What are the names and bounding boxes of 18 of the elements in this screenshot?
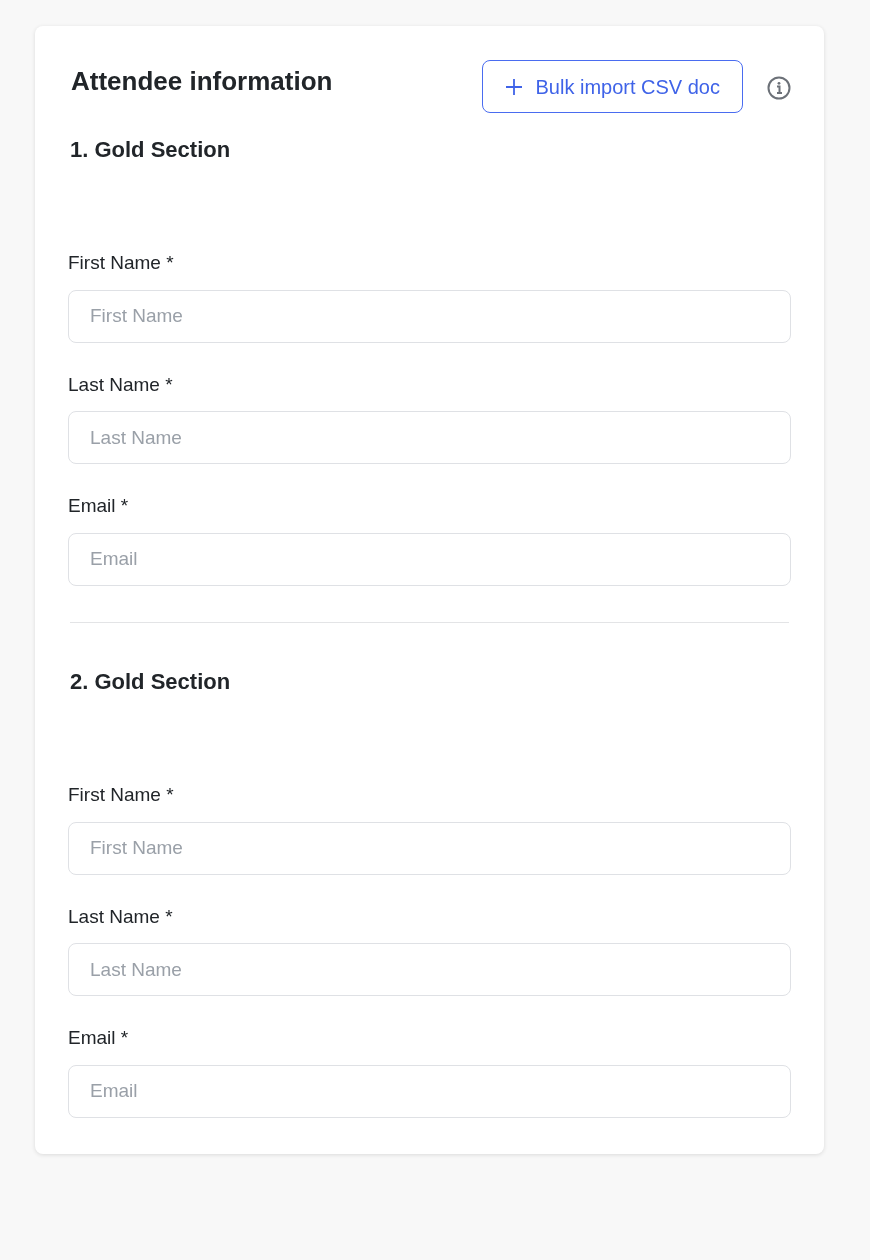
input-field[interactable]: Last Name (68, 411, 791, 465)
field-label: Last Name * (68, 904, 174, 929)
bulk-import-button[interactable]: Bulk import CSV doc (482, 60, 743, 113)
field-label: Last Name * (68, 372, 174, 397)
info-icon[interactable] (767, 76, 791, 100)
input-field[interactable]: Email (68, 532, 791, 586)
form-title: Attendee information (70, 65, 334, 98)
field-label: First Name * (68, 251, 175, 276)
section-heading: 1. Gold Section (69, 137, 232, 164)
field-label: Email * (68, 494, 130, 519)
field-label: First Name * (68, 783, 175, 808)
field-label: Email * (68, 1026, 130, 1051)
section-heading: 2. Gold Section (69, 668, 232, 696)
input-field[interactable]: Last Name (68, 943, 791, 997)
plus-icon (505, 77, 524, 96)
input-field[interactable]: Email (68, 1064, 791, 1118)
input-field[interactable]: First Name (68, 289, 791, 343)
input-field[interactable]: First Name (68, 821, 791, 875)
